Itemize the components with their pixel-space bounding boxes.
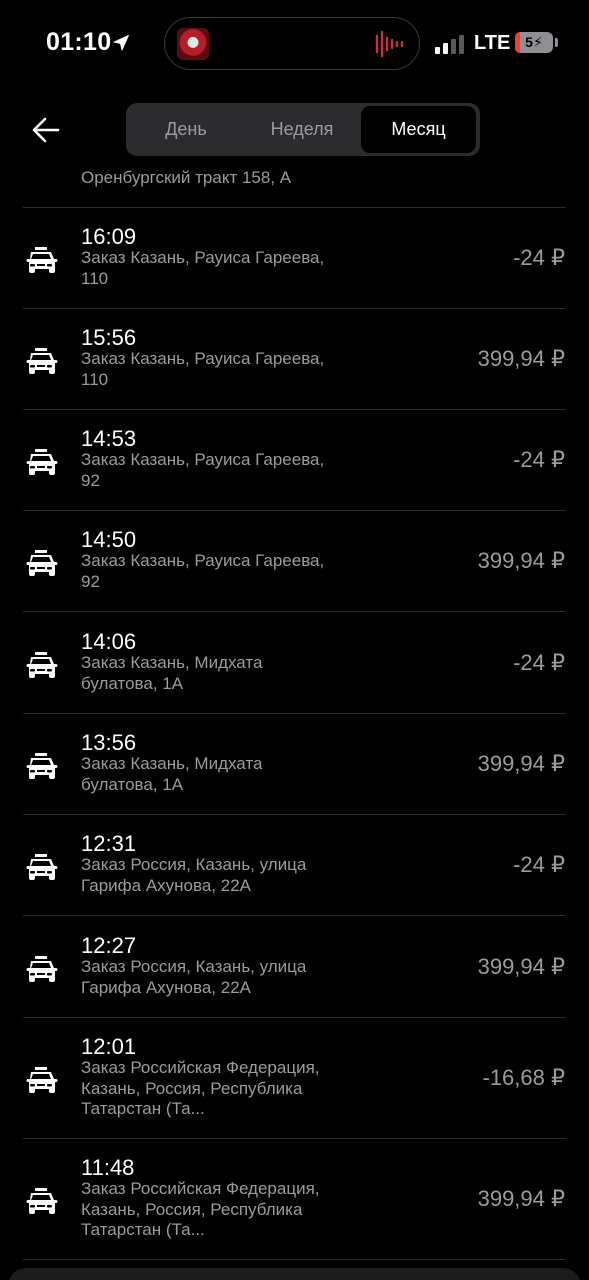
taxi-icon: [24, 650, 58, 680]
segment-day[interactable]: День: [129, 106, 243, 153]
status-bar: 01:10 LTE 5⚡: [0, 0, 589, 88]
row-divider: [23, 1259, 566, 1260]
transaction-time: 12:27: [81, 933, 137, 958]
transaction-time: 11:48: [81, 1155, 135, 1180]
segment-week[interactable]: Неделя: [245, 106, 359, 153]
taxi-icon: [24, 751, 58, 781]
transaction-time: 14:53: [81, 426, 137, 451]
battery-tip: [555, 38, 558, 47]
transaction-amount: 399,94 ₽: [477, 750, 565, 776]
transaction-amount: -16,68 ₽: [482, 1064, 566, 1090]
transaction-row[interactable]: 14:50 Заказ Казань, Рауиса Гареева, 92 399…: [0, 510, 589, 611]
transaction-amount: -24 ₽: [513, 649, 565, 675]
location-arrow-icon: [112, 34, 130, 52]
taxi-icon: [24, 548, 58, 578]
battery-icon: 5⚡: [515, 32, 553, 53]
taxi-icon: [24, 1065, 58, 1095]
network-type: LTE: [474, 32, 511, 54]
transaction-time: 16:09: [81, 224, 137, 249]
dynamic-island[interactable]: [164, 17, 420, 70]
transaction-amount: -24 ₽: [513, 446, 565, 472]
transaction-address: Заказ Казань, Мидхата булатова, 1А: [81, 754, 263, 794]
transaction-amount: -24 ₽: [513, 851, 565, 877]
transaction-address: Заказ Казань, Рауиса Гареева, 92: [81, 450, 325, 490]
partial-row-address: Оренбургский тракт 158, А: [81, 168, 292, 187]
transaction-amount: -24 ₽: [513, 244, 565, 270]
battery-level: 5: [525, 34, 533, 50]
status-time: 01:10: [46, 28, 112, 56]
transaction-time: 12:31: [81, 831, 137, 856]
transaction-address: Заказ Российская Федерация, Казань, Росс…: [81, 1058, 320, 1118]
transaction-address: Заказ Россия, Казань, улица Гарифа Ахуно…: [81, 855, 307, 895]
transaction-time: 15:56: [81, 325, 137, 350]
taxi-icon: [24, 1186, 58, 1216]
transaction-row[interactable]: 14:53 Заказ Казань, Рауиса Гареева, 92 -24…: [0, 409, 589, 510]
now-playing-artwork-icon: [177, 28, 209, 60]
taxi-icon: [24, 447, 58, 477]
audio-waveform-icon: [375, 30, 404, 58]
transaction-address: Заказ Российская Федерация, Казань, Росс…: [81, 1179, 320, 1239]
transaction-row[interactable]: 14:06 Заказ Казань, Мидхата булатова, 1А -…: [0, 612, 589, 713]
transaction-address: Заказ Казань, Рауиса Гареева, 92: [81, 551, 325, 591]
transaction-row[interactable]: 11:48 Заказ Российская Федерация, Казань,…: [0, 1138, 589, 1259]
transaction-address: Заказ Россия, Казань, улица Гарифа Ахуно…: [81, 957, 307, 997]
transaction-time: 14:50: [81, 527, 137, 552]
transaction-time: 13:56: [81, 730, 137, 755]
transaction-row[interactable]: 13:56 Заказ Казань, Мидхата булатова, 1А 3…: [0, 713, 589, 814]
transaction-row[interactable]: 15:56 Заказ Казань, Рауиса Гареева, 110 39…: [0, 308, 589, 409]
cellular-signal-icon: [435, 35, 464, 54]
transaction-row[interactable]: 12:27 Заказ Россия, Казань, улица Гарифа …: [0, 916, 589, 1017]
taxi-icon: [24, 346, 58, 376]
transaction-row[interactable]: 12:31 Заказ Россия, Казань, улица Гарифа …: [0, 814, 589, 915]
back-arrow-icon[interactable]: [30, 114, 64, 146]
transaction-amount: 399,94 ₽: [477, 1185, 565, 1211]
taxi-icon: [24, 852, 58, 882]
transaction-row[interactable]: 12:01 Заказ Российская Федерация, Казань,…: [0, 1017, 589, 1138]
transaction-address: Заказ Казань, Рауиса Гареева, 110: [81, 248, 325, 288]
transaction-row[interactable]: 16:09 Заказ Казань, Рауиса Гареева, 110 -2…: [0, 207, 589, 308]
transaction-list[interactable]: Оренбургский тракт 158, А 16:09 Заказ Каз…: [0, 160, 589, 1260]
taxi-icon: [24, 954, 58, 984]
period-segmented-control: День Неделя Месяц: [126, 103, 480, 156]
transaction-address: Заказ Казань, Мидхата булатова, 1А: [81, 653, 263, 693]
bottom-sheet-handle[interactable]: [8, 1268, 581, 1280]
taxi-icon: [24, 245, 58, 275]
transaction-amount: 399,94 ₽: [477, 953, 565, 979]
transaction-address: Заказ Казань, Рауиса Гареева, 110: [81, 349, 325, 389]
transaction-amount: 399,94 ₽: [477, 547, 565, 573]
transaction-time: 14:06: [81, 629, 137, 654]
transaction-amount: 399,94 ₽: [477, 345, 565, 371]
transaction-time: 12:01: [81, 1034, 137, 1059]
segment-month[interactable]: Месяц: [361, 106, 476, 153]
